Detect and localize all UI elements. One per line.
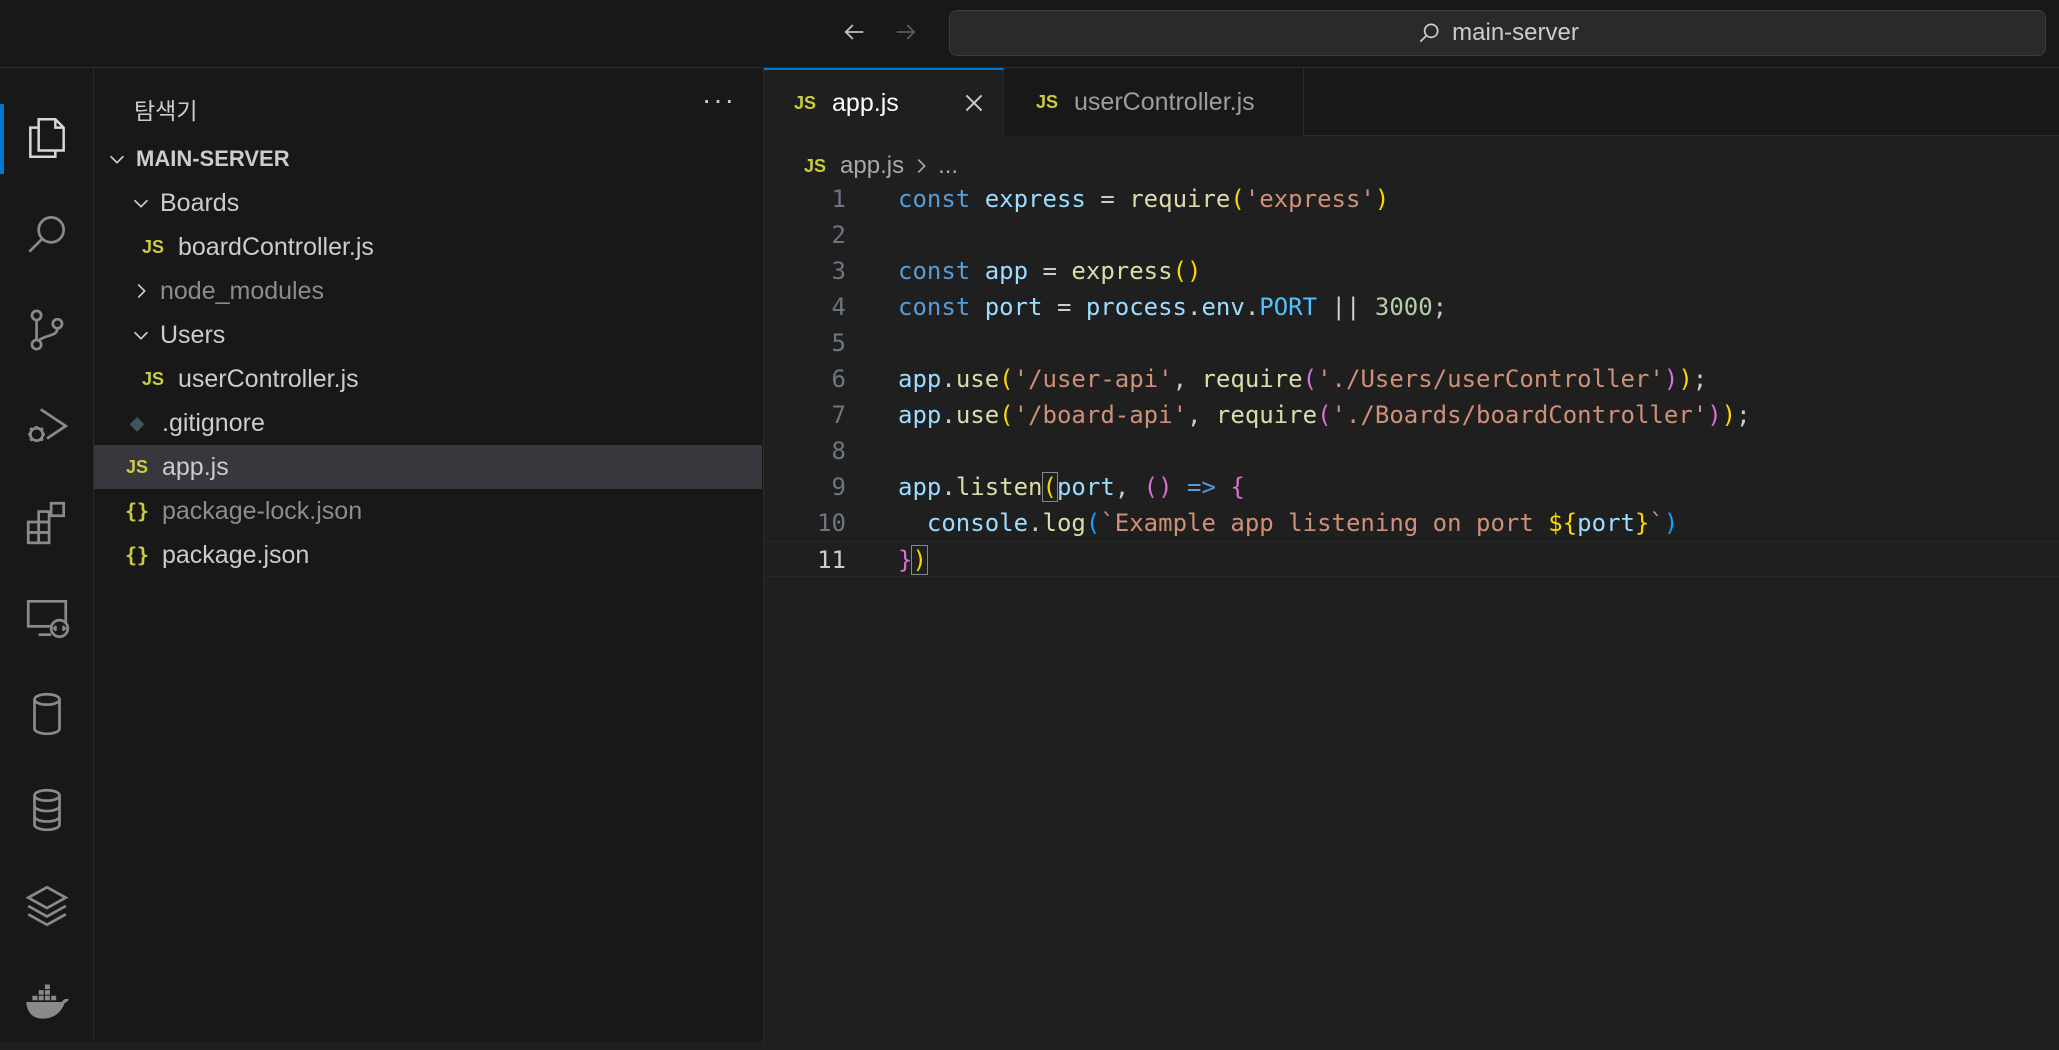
tab-label: app.js [832, 88, 899, 117]
chevron-down-icon [133, 331, 149, 340]
activity-bar [0, 68, 94, 1042]
tree-file-package-json[interactable]: {} package.json [94, 533, 762, 577]
javascript-file-icon: JS [794, 92, 817, 113]
javascript-file-icon: JS [141, 236, 165, 257]
tab-bar: JS app.js JS userController.js [764, 68, 2059, 136]
layers-icon[interactable] [0, 858, 94, 954]
chevron-down-icon [109, 155, 125, 164]
code-line: 1 const express = require('express') [831, 185, 1390, 213]
code-line: 5 [831, 329, 846, 357]
extensions-icon[interactable] [0, 474, 94, 570]
tree-file-gitignore[interactable]: ◆ .gitignore [94, 401, 762, 445]
search-icon [1419, 23, 1439, 43]
remote-explorer-icon[interactable] [0, 570, 94, 666]
code-line: 9 app.listen(port, () => { [831, 472, 1245, 502]
chevron-right-icon [137, 283, 146, 299]
explorer-sidebar: 탐색기 ··· MAIN-SERVER Boards JS boardContr… [94, 68, 764, 1042]
tree-folder-node-modules[interactable]: node_modules [94, 269, 762, 313]
more-actions-icon[interactable]: ··· [702, 84, 736, 116]
tree-file-app-js[interactable]: JS app.js [94, 445, 762, 489]
code-line: 8 [831, 437, 846, 465]
chevron-right-icon [917, 158, 926, 174]
tree-root-main-server[interactable]: MAIN-SERVER [94, 137, 762, 181]
json-file-icon: {} [124, 543, 150, 567]
tree-file-usercontroller[interactable]: JS userController.js [94, 357, 762, 401]
code-line: 6 app.use('/user-api', require('./Users/u… [831, 365, 1708, 393]
javascript-file-icon: JS [804, 155, 827, 176]
breadcrumb-symbols[interactable]: ... [938, 152, 958, 180]
editor-area: JS app.js JS userController.js JS app.js… [764, 68, 2059, 1042]
git-file-icon: ◆ [130, 412, 144, 433]
search-icon[interactable] [0, 186, 94, 282]
close-icon[interactable] [961, 90, 987, 116]
source-control-icon[interactable] [0, 282, 94, 378]
code-line: 10 console.log(`Example app listening on… [817, 509, 1679, 537]
back-arrow-icon[interactable] [836, 14, 872, 50]
tree-folder-boards[interactable]: Boards [94, 181, 762, 225]
run-debug-icon[interactable] [0, 378, 94, 474]
chevron-down-icon [133, 199, 149, 208]
database-stack-icon[interactable] [0, 762, 94, 858]
code-line: 2 [831, 221, 846, 249]
breadcrumb-file[interactable]: app.js [840, 152, 904, 180]
command-center-search[interactable]: main-server [949, 10, 2046, 56]
title-bar: main-server [0, 0, 2059, 68]
tab-app-js[interactable]: JS app.js [764, 68, 1004, 136]
breadcrumb: JS app.js ... [804, 148, 958, 184]
database-icon[interactable] [0, 666, 94, 762]
explorer-title: 탐색기 [134, 98, 198, 124]
javascript-file-icon: JS [125, 456, 149, 477]
tree-file-boardcontroller[interactable]: JS boardController.js [94, 225, 762, 269]
workspace-name: main-server [1452, 19, 1579, 46]
docker-icon[interactable] [0, 954, 94, 1050]
javascript-file-icon: JS [141, 368, 165, 389]
code-editor[interactable]: 1 const express = require('express') 2 3c… [764, 181, 2059, 577]
tab-label: userController.js [1074, 87, 1255, 116]
tree-file-package-lock[interactable]: {} package-lock.json [94, 489, 762, 533]
tab-usercontroller-js[interactable]: JS userController.js [1004, 68, 1304, 136]
json-file-icon: {} [124, 499, 150, 523]
tree-folder-users[interactable]: Users [94, 313, 762, 357]
forward-arrow-icon[interactable] [888, 14, 924, 50]
javascript-file-icon: JS [1036, 91, 1059, 112]
explorer-icon[interactable] [0, 90, 94, 186]
code-line: 3 const app = express() [831, 257, 1202, 285]
code-line: 4 const port = process.env.PORT || 3000; [831, 293, 1448, 321]
code-line: 7 app.use('/board-api', require('./Boards… [831, 401, 1751, 429]
code-line-current: 11}) [764, 541, 2059, 577]
